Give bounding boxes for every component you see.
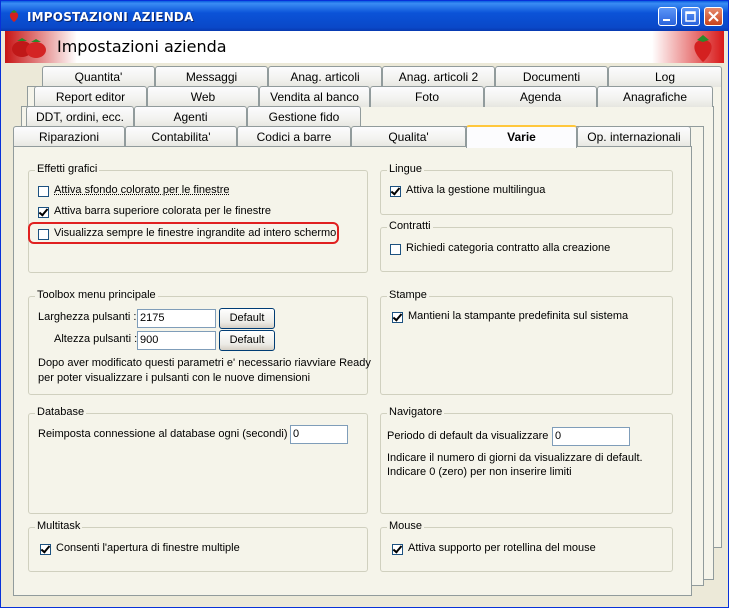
tab-codici-a-barre[interactable]: Codici a barre	[237, 126, 351, 147]
altezza-pulsanti-input[interactable]: 900	[137, 331, 216, 350]
group-legend: Navigatore	[387, 406, 445, 418]
title-bar[interactable]: IMPOSTAZIONI AZIENDA	[1, 1, 728, 31]
minimize-icon	[663, 19, 670, 21]
settings-window: IMPOSTAZIONI AZIENDA Impostazioni aziend…	[0, 0, 729, 608]
maximize-button[interactable]	[681, 7, 700, 26]
label-larghezza-pulsanti: Larghezza pulsanti :	[38, 311, 137, 323]
tab-qualita[interactable]: Qualita'	[351, 126, 466, 147]
banner-title: Impostazioni azienda	[57, 37, 227, 56]
tab-web[interactable]: Web	[147, 86, 259, 107]
group-legend: Database	[35, 406, 87, 418]
larghezza-pulsanti-input[interactable]: 2175	[137, 309, 216, 328]
tab-anag-articoli[interactable]: Anag. articoli	[268, 66, 382, 87]
tab-foto[interactable]: Foto	[370, 86, 484, 107]
tab-agenda[interactable]: Agenda	[484, 86, 597, 107]
group-legend: Effetti grafici	[35, 163, 100, 175]
label-rotellina-mouse: Attiva supporto per rotellina del mouse	[408, 542, 596, 554]
highlight-annotation	[28, 222, 339, 244]
label-reimposta-connessione: Reimposta connessione al database ogni (…	[38, 428, 294, 440]
checkbox-multilingua[interactable]	[390, 186, 401, 197]
close-icon	[708, 11, 719, 22]
navigatore-note-line-2: Indicare 0 (zero) per non inserire limit…	[387, 466, 572, 478]
header-banner: Impostazioni azienda	[5, 31, 724, 63]
tab-gestione-fido[interactable]: Gestione fido	[247, 106, 361, 127]
reimposta-connessione-input[interactable]: 0	[290, 425, 348, 444]
tab-messaggi[interactable]: Messaggi	[155, 66, 268, 87]
strawberry-logo-icon	[694, 35, 712, 62]
checkbox-barra-superiore[interactable]	[38, 207, 49, 218]
group-legend: Toolbox menu principale	[35, 289, 158, 301]
group-legend: Lingue	[387, 163, 425, 175]
tab-anagrafiche[interactable]: Anagrafiche	[597, 86, 713, 107]
tab-riparazioni[interactable]: Riparazioni	[13, 126, 125, 147]
checkbox-stampante-predefinita[interactable]	[392, 312, 403, 323]
tab-varie[interactable]: Varie	[466, 125, 577, 148]
maximize-icon	[685, 11, 696, 22]
toolbox-note-line-1: Dopo aver modificato questi parametri e'…	[38, 357, 371, 369]
strawberries-logo-icon	[12, 38, 46, 58]
checkbox-rotellina-mouse[interactable]	[392, 544, 403, 555]
label-altezza-pulsanti: Altezza pulsanti :	[54, 333, 138, 345]
navigatore-note-line-1: Indicare il numero di giorni da visualiz…	[387, 452, 643, 464]
label-sfondo-colorato: Attiva sfondo colorato per le finestre	[54, 184, 230, 196]
group-legend: Mouse	[387, 520, 425, 532]
tab-op-internazionali[interactable]: Op. internazionali	[577, 126, 691, 147]
label-stampante-predefinita: Mantieni la stampante predefinita sul si…	[408, 310, 629, 322]
tab-ddt-ordini[interactable]: DDT, ordini, ecc.	[26, 106, 134, 127]
tab-anag-articoli-2[interactable]: Anag. articoli 2	[382, 66, 495, 87]
label-periodo-default: Periodo di default da visualizzare :	[387, 430, 555, 442]
tab-vendita-al-banco[interactable]: Vendita al banco	[259, 86, 370, 107]
window-title: IMPOSTAZIONI AZIENDA	[27, 10, 194, 24]
group-legend: Contratti	[387, 220, 433, 232]
toolbox-note-line-2: per poter visualizzare i pulsanti con le…	[38, 372, 311, 384]
tab-panel-varie: Effetti grafici Attiva sfondo colorato p…	[13, 146, 692, 596]
periodo-default-input[interactable]: 0	[552, 427, 630, 446]
tab-log[interactable]: Log	[608, 66, 722, 87]
strawberry-icon	[9, 10, 19, 22]
group-legend: Stampe	[387, 289, 429, 301]
checkbox-finestre-multiple[interactable]	[40, 544, 51, 555]
group-legend: Multitask	[35, 520, 83, 532]
label-categoria-contratto: Richiedi categoria contratto alla creazi…	[406, 242, 611, 254]
checkbox-categoria-contratto[interactable]	[390, 244, 401, 255]
tab-documenti[interactable]: Documenti	[495, 66, 608, 87]
tab-quantita[interactable]: Quantita'	[42, 66, 155, 87]
label-barra-superiore: Attiva barra superiore colorata per le f…	[54, 205, 272, 217]
tab-contabilita[interactable]: Contabilita'	[125, 126, 237, 147]
close-button[interactable]	[704, 7, 723, 26]
label-multilingua: Attiva la gestione multilingua	[406, 184, 546, 196]
default-altezza-button[interactable]: Default	[219, 330, 275, 351]
minimize-button[interactable]	[658, 7, 677, 26]
checkbox-sfondo-colorato[interactable]	[38, 186, 49, 197]
tab-agenti[interactable]: Agenti	[134, 106, 247, 127]
label-finestre-multiple: Consenti l'apertura di finestre multiple	[56, 542, 240, 554]
default-larghezza-button[interactable]: Default	[219, 308, 275, 329]
tab-report-editor[interactable]: Report editor	[34, 86, 147, 107]
